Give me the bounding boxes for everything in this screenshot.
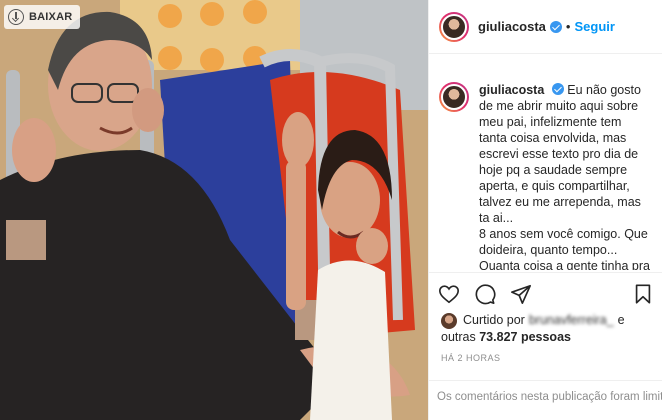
post-photo[interactable]: BAIXAR bbox=[0, 0, 428, 420]
caption-body: giuliacosta Eu não gosto de me abrir mui… bbox=[479, 82, 651, 270]
header-separator: • bbox=[565, 19, 571, 34]
caption-verified-icon bbox=[551, 83, 564, 95]
share-button[interactable] bbox=[509, 282, 533, 306]
download-icon bbox=[8, 9, 24, 25]
post-timestamp[interactable]: HÁ 2 HORAS bbox=[441, 353, 501, 363]
like-button[interactable] bbox=[437, 282, 461, 306]
caption-paragraph-2: 8 anos sem você comigo. Que doideira, qu… bbox=[479, 227, 650, 270]
bookmark-icon bbox=[635, 283, 651, 304]
caption-paragraph-1: Eu não gosto de me abrir muito aqui sobr… bbox=[479, 83, 641, 225]
comment-icon bbox=[475, 283, 496, 304]
likes-prefix: Curtido por bbox=[463, 313, 525, 327]
verified-badge-icon bbox=[549, 20, 562, 33]
post-caption: giuliacosta Eu não gosto de me abrir mui… bbox=[429, 74, 662, 270]
follow-button[interactable]: Seguir bbox=[574, 19, 614, 34]
photo-illustration bbox=[0, 0, 428, 420]
liker-username[interactable]: brunavferreira_ bbox=[529, 312, 614, 329]
save-photo-button[interactable]: BAIXAR bbox=[4, 5, 81, 29]
save-photo-label: BAIXAR bbox=[29, 11, 73, 23]
author-username[interactable]: giuliacosta bbox=[478, 19, 546, 34]
others-prefix: outras bbox=[441, 330, 476, 344]
likes-summary: Curtido por brunavferreira_ e outras 73.… bbox=[441, 312, 657, 346]
caption-author-avatar[interactable] bbox=[439, 82, 469, 112]
paper-plane-icon bbox=[511, 284, 531, 304]
likes-suffix: e bbox=[617, 313, 625, 327]
comments-limited-notice: Os comentários nesta publicação foram li… bbox=[429, 380, 662, 420]
heart-icon bbox=[439, 284, 459, 303]
author-avatar[interactable] bbox=[439, 11, 469, 42]
others-count-link[interactable]: 73.827 pessoas bbox=[479, 330, 571, 344]
post-header: giuliacosta • Seguir bbox=[429, 0, 662, 54]
comment-button[interactable] bbox=[473, 282, 497, 306]
post-side-panel: giuliacosta • Seguir giuliacosta Eu não … bbox=[428, 0, 662, 420]
save-post-button[interactable] bbox=[631, 282, 655, 306]
action-bar bbox=[429, 272, 662, 314]
liker-avatar[interactable] bbox=[441, 312, 457, 329]
caption-username[interactable]: giuliacosta bbox=[479, 83, 544, 97]
